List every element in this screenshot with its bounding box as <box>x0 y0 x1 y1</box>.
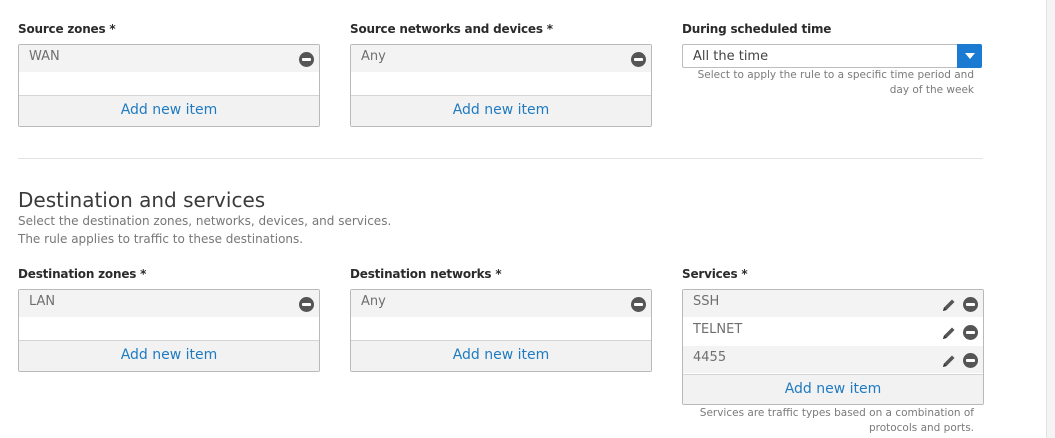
list-item-label: WAN <box>29 49 60 64</box>
list-item-label: Any <box>361 49 386 64</box>
source-zones-label: Source zones * <box>18 22 116 36</box>
list-item-label: Any <box>361 294 386 309</box>
remove-circle-icon[interactable] <box>631 297 646 312</box>
chevron-down-icon[interactable] <box>957 44 982 68</box>
add-new-item-button[interactable]: Add new item <box>19 341 319 371</box>
add-new-item-button[interactable]: Add new item <box>351 341 651 371</box>
section-title: Destination and services <box>18 188 266 212</box>
list-item-label: LAN <box>29 294 56 309</box>
services-help-text: Services are traffic types based on a co… <box>699 407 974 434</box>
remove-circle-icon[interactable] <box>631 52 646 67</box>
list-item: WAN <box>19 45 319 73</box>
remove-circle-icon[interactable] <box>963 353 978 368</box>
schedule-select[interactable]: All the time <box>682 44 982 68</box>
pencil-icon[interactable] <box>941 353 957 369</box>
add-new-item-button[interactable]: Add new item <box>351 96 651 126</box>
list-item: 4455 <box>683 346 983 374</box>
section-divider <box>18 158 983 159</box>
destination-zones-list: LAN Add new item <box>18 289 320 372</box>
list-item: Any <box>351 45 651 73</box>
remove-circle-icon[interactable] <box>299 52 314 67</box>
services-list: SSH TELNET 4455 Add new item <box>682 289 984 405</box>
add-new-item-button[interactable]: Add new item <box>19 96 319 126</box>
list-item-label: 4455 <box>693 350 727 365</box>
schedule-label: During scheduled time <box>682 22 832 36</box>
list-item: SSH <box>683 290 983 318</box>
schedule-help-text: Select to apply the rule to a specific t… <box>697 69 974 96</box>
section-description: The rule applies to traffic to these des… <box>18 232 304 246</box>
pencil-icon[interactable] <box>941 297 957 313</box>
destination-networks-label: Destination networks * <box>350 267 502 281</box>
source-zones-list: WAN Add new item <box>18 44 320 127</box>
remove-circle-icon[interactable] <box>963 325 978 340</box>
destination-networks-list: Any Add new item <box>350 289 652 372</box>
list-item: TELNET <box>683 318 983 346</box>
schedule-select-value: All the time <box>693 49 769 64</box>
services-label: Services * <box>682 267 748 281</box>
list-item-label: TELNET <box>693 322 743 337</box>
remove-circle-icon[interactable] <box>299 297 314 312</box>
list-item-label: SSH <box>693 294 720 309</box>
section-description: Select the destination zones, networks, … <box>18 214 392 228</box>
vertical-scrollbar[interactable] <box>1046 0 1055 438</box>
list-item: LAN <box>19 290 319 318</box>
source-networks-list: Any Add new item <box>350 44 652 127</box>
list-item: Any <box>351 290 651 318</box>
destination-zones-label: Destination zones * <box>18 267 147 281</box>
pencil-icon[interactable] <box>941 325 957 341</box>
add-new-item-button[interactable]: Add new item <box>683 374 983 404</box>
remove-circle-icon[interactable] <box>963 297 978 312</box>
source-networks-label: Source networks and devices * <box>350 22 553 36</box>
